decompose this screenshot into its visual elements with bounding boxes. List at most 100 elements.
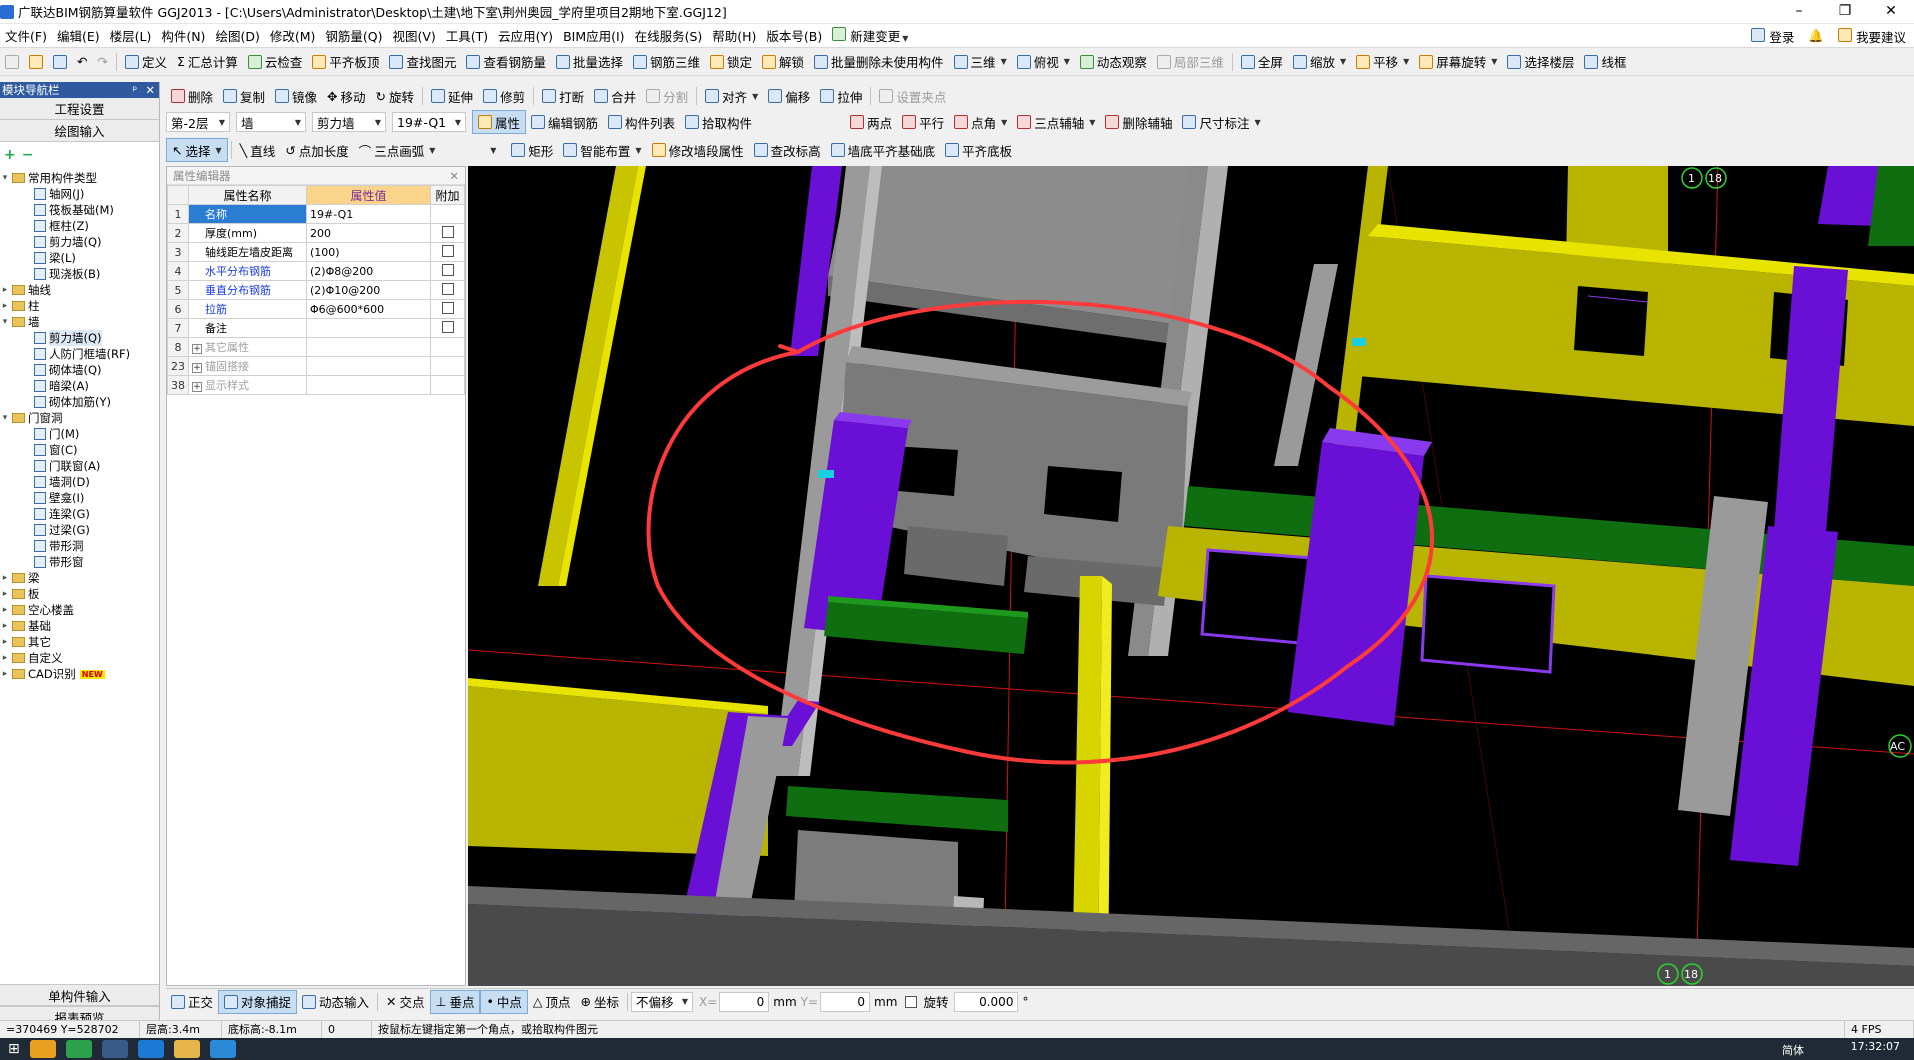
tree-folder[interactable]: ▾ 常用构件类型 [0,170,159,186]
property-value[interactable] [306,318,431,338]
mirror-button[interactable]: 镜像 [270,84,322,108]
property-name[interactable]: 轴线距左墙皮距离 [188,242,307,262]
drawing-input-button[interactable]: 绘图输入 [0,120,159,142]
redo-button[interactable]: ↷ [92,50,112,74]
menu-floor[interactable]: 楼层(L) [105,26,157,45]
property-name[interactable]: + 显示样式 [188,375,307,395]
cloud-check-button[interactable]: 云检查 [243,50,308,74]
zoom-button[interactable]: 缩放 ▼ [1288,50,1351,74]
attach-checkbox[interactable] [441,301,454,314]
tree-folder[interactable]: ▸ 梁 [0,570,159,586]
tree-item[interactable]: 剪力墙(Q) [0,234,159,250]
menu-draw[interactable]: 绘图(D) [210,26,264,45]
menu-tools[interactable]: 工具(T) [441,26,493,45]
rotate-input[interactable]: 0.000 [954,991,1019,1012]
attach-checkbox[interactable] [441,282,454,295]
parallel-button[interactable]: 平行 [897,110,949,134]
menu-view[interactable]: 视图(V) [387,26,440,45]
tree-item[interactable]: 剪力墙(Q) [0,330,159,346]
wireframe-button[interactable]: 线框 [1579,50,1631,74]
slab-gray[interactable] [904,526,1008,586]
collapse-icon[interactable]: − [22,147,34,163]
top-view-button[interactable]: 俯视 ▼ [1012,50,1075,74]
add-icon[interactable]: + [4,147,16,163]
column-purple[interactable] [1288,442,1424,726]
property-name[interactable]: 备注 [188,318,307,338]
windows-start-icon[interactable]: ⊞ [8,1041,20,1057]
menu-new-change[interactable]: 新建变更 ▼ [827,26,913,45]
tree-item[interactable]: 框柱(Z) [0,218,159,234]
expand-right-icon[interactable]: ▸ [0,621,10,631]
nav-close-icon[interactable]: ✕ [145,83,155,97]
two-points-button[interactable]: 两点 [845,110,897,134]
extend-button[interactable]: 延伸 [426,84,478,108]
tree-item[interactable]: 轴网(J) [0,186,159,202]
menu-rebar-quantity[interactable]: 钢筋量(Q) [320,26,387,45]
expand-right-icon[interactable]: ▸ [0,589,10,599]
expand-right-icon[interactable]: ▸ [0,301,10,311]
tree-item[interactable]: 砌体墙(Q) [0,362,159,378]
tree-item[interactable]: 现浇板(B) [0,266,159,282]
offset-select[interactable]: 不偏移 ▼ [630,991,693,1012]
pin-icon[interactable]: ᵖ [132,83,137,97]
intersection-snap[interactable]: ✕ 交点 [381,990,430,1014]
property-name[interactable]: + 锚固搭接 [188,356,307,376]
select-floor-button[interactable]: 选择楼层 [1502,50,1579,74]
tree-folder[interactable]: ▸ CAD识别 NEW [0,666,159,682]
coordinate-snap[interactable]: ⊕ 坐标 [575,990,624,1014]
perpendicular-snap[interactable]: ⊥ 垂点 [429,989,481,1014]
expand-down-icon[interactable]: ▾ [0,173,10,183]
tree-item[interactable]: 梁(L) [0,250,159,266]
tree-item[interactable]: 过梁(G) [0,522,159,538]
modify-wall-segment-button[interactable]: 修改墙段属性 [647,138,749,162]
3d-viewport[interactable]: 1 18 1 18 AC [468,166,1914,986]
align-slab-top-button[interactable]: 平齐板顶 [307,50,384,74]
green-app-icon[interactable] [65,1040,92,1058]
ortho-toggle[interactable]: 正交 [166,990,218,1014]
project-settings-button[interactable]: 工程设置 [0,98,159,120]
tree-item[interactable]: 带形洞 [0,538,159,554]
summary-calc-button[interactable]: Σ 汇总计算 [172,50,243,74]
tree-folder[interactable]: ▸ 空心楼盖 [0,602,159,618]
tree-item[interactable]: 砌体加筋(Y) [0,394,159,410]
expand-right-icon[interactable]: ▸ [0,605,10,615]
expand-down-icon[interactable]: ▾ [0,317,10,327]
property-value[interactable]: 19#-Q1 [306,204,431,224]
menu-online[interactable]: 在线服务(S) [630,26,708,45]
rotate-button[interactable]: ↻ 旋转 [371,84,420,108]
floor-select[interactable]: 第-2层 ▼ [166,112,230,132]
property-row[interactable]: 4 水平分布钢筋 (2)Φ8@200 [167,261,465,281]
object-snap-toggle[interactable]: 对象捕捉 [218,989,298,1014]
rotate-checkbox[interactable] [905,995,918,1008]
expand-plus-icon[interactable]: + [192,344,202,354]
local-3d-button[interactable]: 局部三维 [1152,50,1229,74]
login-button[interactable]: 登录 [1751,27,1794,46]
expand-down-icon[interactable]: ▾ [0,413,10,423]
dynamic-input-toggle[interactable]: 动态输入 [297,990,374,1014]
property-row[interactable]: 23 + 锚固搭接 [167,356,465,376]
expand-right-icon[interactable]: ▸ [0,285,10,295]
expand-right-icon[interactable]: ▸ [0,637,10,647]
chrome-icon[interactable] [29,1040,56,1058]
screen-rotate-button[interactable]: 屏幕旋转 ▼ [1414,50,1502,74]
new-file-button[interactable] [0,50,24,74]
view-3d-button[interactable]: 三维 ▼ [949,50,1012,74]
dynamic-orbit-button[interactable]: 动态观察 [1075,50,1152,74]
attach-checkbox[interactable] [441,263,454,276]
pick-component-button[interactable]: 拾取构件 [680,110,757,134]
feedback-button[interactable]: 我要建议 [1838,27,1906,46]
tree-item[interactable]: 墙洞(D) [0,474,159,490]
property-row[interactable]: 7 备注 [167,318,465,338]
tree-item[interactable]: 暗梁(A) [0,378,159,394]
point-angle-button[interactable]: 点角 ▼ [949,110,1012,134]
split-button[interactable]: 分割 [641,84,693,108]
offset-button[interactable]: 偏移 [763,84,815,108]
tree-item[interactable]: 人防门框墙(RF) [0,346,159,362]
three-point-aux-button[interactable]: 三点辅轴 ▼ [1012,110,1100,134]
minimize-button[interactable]: – [1776,0,1822,24]
tree-item[interactable]: 壁龛(I) [0,490,159,506]
tree-item[interactable]: 窗(C) [0,442,159,458]
menu-bim[interactable]: BIM应用(I) [558,26,630,45]
tree-item[interactable]: 带形窗 [0,554,159,570]
property-button[interactable]: 属性 [472,110,527,134]
